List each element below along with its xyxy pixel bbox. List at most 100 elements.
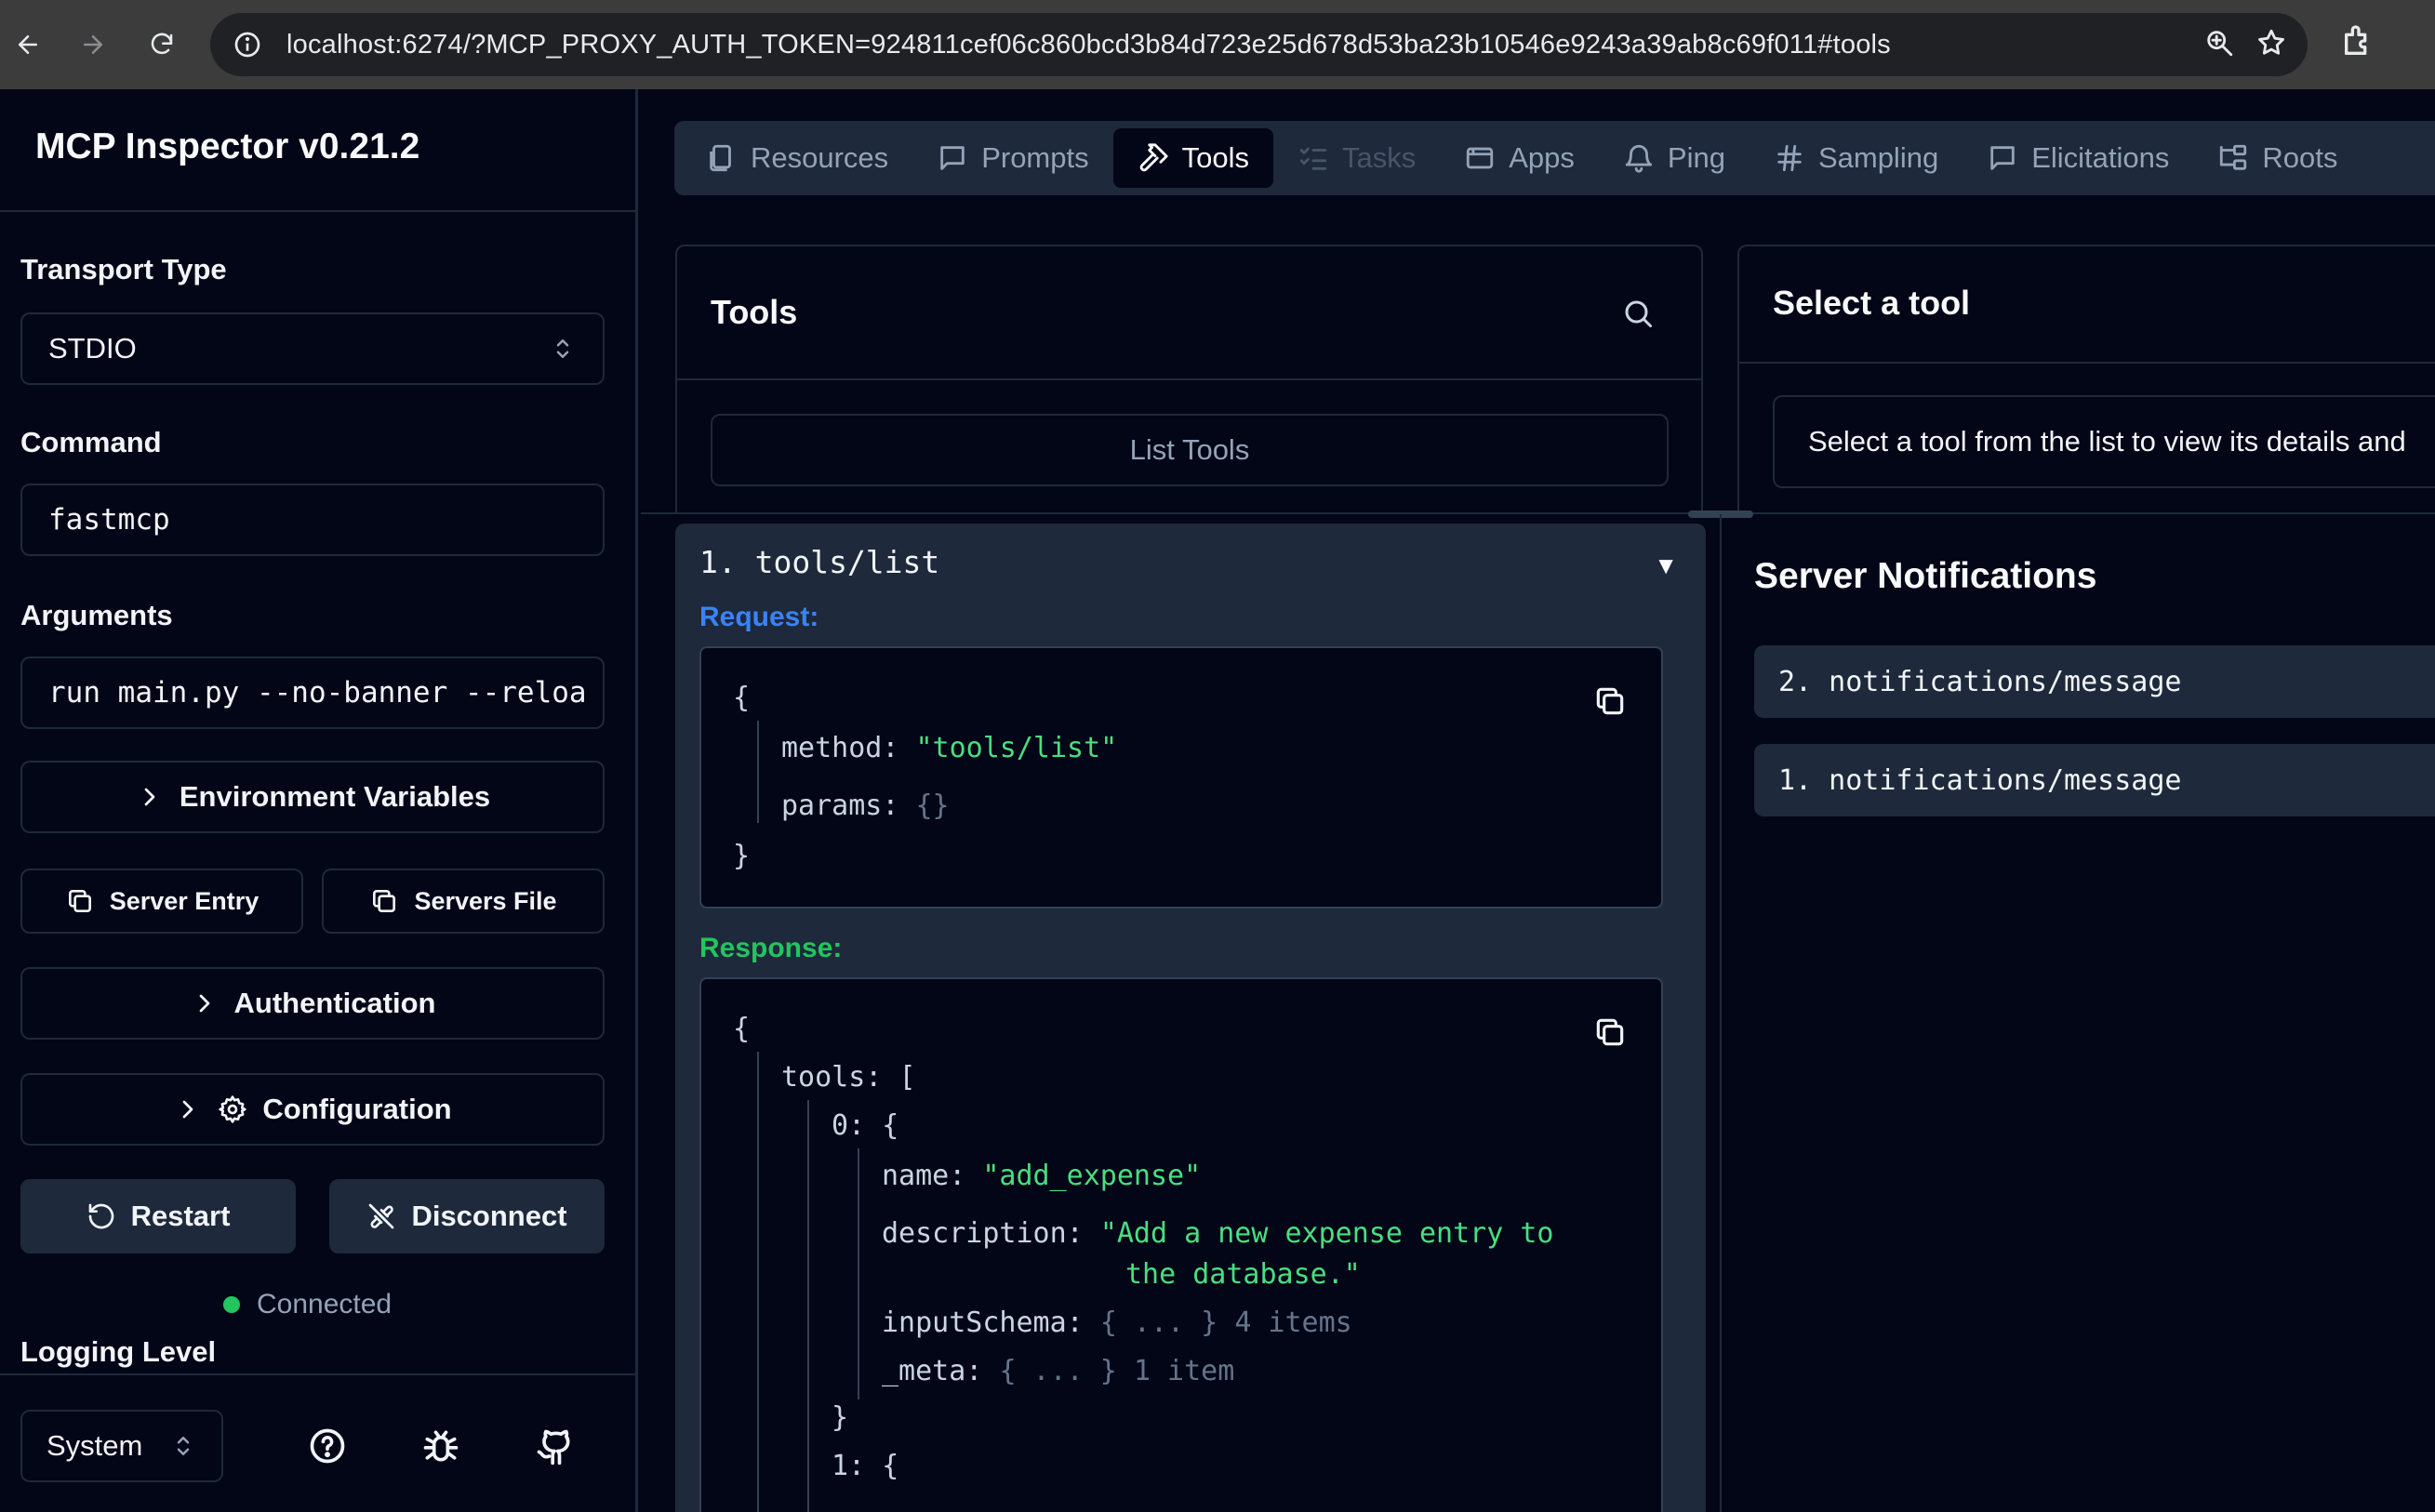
configuration-label: Configuration xyxy=(262,1093,452,1125)
copy-icon[interactable] xyxy=(1592,1015,1628,1050)
tab-roots-label: Roots xyxy=(2262,141,2338,174)
json-line-item1: 1: { xyxy=(832,1450,898,1482)
copy-icon xyxy=(68,890,91,912)
bug-icon[interactable] xyxy=(420,1426,461,1466)
search-icon[interactable] xyxy=(1621,297,1655,330)
server-entry-button[interactable]: Server Entry xyxy=(20,869,303,934)
tab-apps[interactable]: Apps xyxy=(1440,128,1599,188)
indent-guide xyxy=(858,1148,859,1399)
notification-item[interactable]: 2. notifications/message xyxy=(1754,645,2435,718)
json-key: method: xyxy=(781,732,899,764)
disconnect-label: Disconnect xyxy=(411,1200,567,1232)
status-text: Connected xyxy=(257,1289,393,1320)
arguments-label: Arguments xyxy=(20,599,173,631)
servers-file-label: Servers File xyxy=(414,886,557,915)
browser-toolbar: localhost:6274/?MCP_PROXY_AUTH_TOKEN=924… xyxy=(0,0,2435,89)
disconnect-button[interactable]: Disconnect xyxy=(329,1179,605,1253)
tab-tools[interactable]: Tools xyxy=(1112,128,1273,188)
gear-icon xyxy=(219,1095,247,1123)
theme-select[interactable]: System xyxy=(20,1410,223,1482)
json-bracket: [ xyxy=(898,1061,916,1094)
configuration-button[interactable]: Configuration xyxy=(20,1073,605,1146)
help-circle-icon[interactable] xyxy=(307,1426,348,1466)
json-line-inputschema[interactable]: inputSchema: { ... } 4 items xyxy=(882,1306,1352,1339)
chevron-right-icon xyxy=(144,788,155,806)
json-key: params: xyxy=(781,789,899,822)
bell-icon xyxy=(1625,144,1653,173)
tab-elicitations-label: Elicitations xyxy=(2031,141,2170,174)
response-json: { tools: [ 0: { name: "add_expense" desc… xyxy=(699,977,1663,1512)
sidebar: MCP Inspector v0.21.2 Transport Type STD… xyxy=(0,89,638,1512)
chevron-right-icon xyxy=(183,1100,193,1119)
authentication-label: Authentication xyxy=(233,987,436,1019)
json-string: "tools/list" xyxy=(915,732,1118,764)
tab-roots[interactable]: Roots xyxy=(2193,128,2362,188)
chevrons-up-down-icon xyxy=(169,1432,197,1460)
file-icon xyxy=(710,144,731,172)
site-info-icon[interactable] xyxy=(229,26,266,63)
tool-details-panel: Select a tool Select a tool from the lis… xyxy=(1737,245,2435,514)
server-entry-label: Server Entry xyxy=(109,886,259,915)
github-icon[interactable] xyxy=(534,1426,575,1466)
transport-type-select[interactable]: STDIO xyxy=(20,312,605,385)
authentication-button[interactable]: Authentication xyxy=(20,967,605,1040)
collapse-toggle-icon[interactable]: ▼ xyxy=(1654,551,1678,580)
json-brace: } xyxy=(733,840,751,872)
list-tools-button[interactable]: List Tools xyxy=(711,414,1669,486)
tab-tasks[interactable]: Tasks xyxy=(1273,128,1440,188)
json-key: tools: xyxy=(781,1061,883,1094)
chevrons-up-down-icon xyxy=(549,335,577,363)
restart-button[interactable]: Restart xyxy=(20,1179,296,1253)
arguments-input[interactable]: run main.py --no-banner --reloa xyxy=(20,657,605,729)
json-brace: { xyxy=(733,682,751,714)
indent-guide xyxy=(757,721,759,823)
notification-item[interactable]: 1. notifications/message xyxy=(1754,744,2435,816)
forward-icon[interactable] xyxy=(67,19,119,71)
json-line-description: description: "Add a new expense entry to xyxy=(882,1217,1553,1250)
reload-icon[interactable] xyxy=(136,19,188,71)
copy-icon xyxy=(373,890,396,912)
history-entry-title[interactable]: 1. tools/list xyxy=(699,544,939,580)
main-tabs: Resources Prompts Tools Tasks Apps Ping … xyxy=(674,121,2435,195)
json-line-tools: tools: [ xyxy=(781,1061,916,1094)
tab-resources[interactable]: Resources xyxy=(682,128,912,188)
tab-resources-label: Resources xyxy=(751,141,889,174)
arguments-value: run main.py --no-banner --reloa xyxy=(48,676,587,710)
command-label: Command xyxy=(20,426,162,458)
extensions-icon[interactable] xyxy=(2340,22,2377,67)
transport-type-label: Transport Type xyxy=(20,253,227,285)
tab-ping[interactable]: Ping xyxy=(1599,128,1750,188)
json-brace: { xyxy=(882,1450,899,1482)
list-checks-icon xyxy=(1299,147,1327,170)
copy-icon[interactable] xyxy=(1592,683,1628,719)
back-icon[interactable] xyxy=(2,19,54,71)
tools-panel: Tools List Tools xyxy=(675,245,1703,514)
sidebar-divider xyxy=(0,210,638,212)
json-brace: { xyxy=(882,1109,899,1142)
panel-split-line xyxy=(641,512,2435,514)
tab-prompts[interactable]: Prompts xyxy=(912,128,1112,188)
tab-apps-label: Apps xyxy=(1509,141,1575,174)
environment-variables-button[interactable]: Environment Variables xyxy=(20,761,605,833)
tab-prompts-label: Prompts xyxy=(981,141,1089,174)
logging-level-label: Logging Level xyxy=(20,1335,217,1368)
servers-file-button[interactable]: Servers File xyxy=(322,869,605,934)
bookmark-star-icon[interactable] xyxy=(2255,27,2287,63)
response-label: Response: xyxy=(699,933,843,963)
json-string: "add_expense" xyxy=(982,1160,1202,1192)
theme-value: System xyxy=(47,1429,143,1462)
tools-panel-divider xyxy=(677,378,1701,380)
address-bar[interactable]: localhost:6274/?MCP_PROXY_AUTH_TOKEN=924… xyxy=(210,13,2308,76)
json-value: {} xyxy=(915,789,950,822)
json-line-method: method: "tools/list" xyxy=(781,732,1117,764)
json-line-meta[interactable]: _meta: { ... } 1 item xyxy=(882,1355,1234,1387)
history-split-line xyxy=(1720,514,1722,1512)
json-key: 0: xyxy=(832,1109,866,1142)
command-input[interactable]: fastmcp xyxy=(20,484,605,556)
tab-elicitations[interactable]: Elicitations xyxy=(1963,128,2193,188)
tab-sampling[interactable]: Sampling xyxy=(1750,128,1963,188)
select-tool-message: Select a tool from the list to view its … xyxy=(1773,395,2435,488)
server-notifications-title: Server Notifications xyxy=(1754,556,2097,596)
zoom-icon[interactable] xyxy=(2203,27,2235,63)
tab-sampling-label: Sampling xyxy=(1817,141,1939,174)
